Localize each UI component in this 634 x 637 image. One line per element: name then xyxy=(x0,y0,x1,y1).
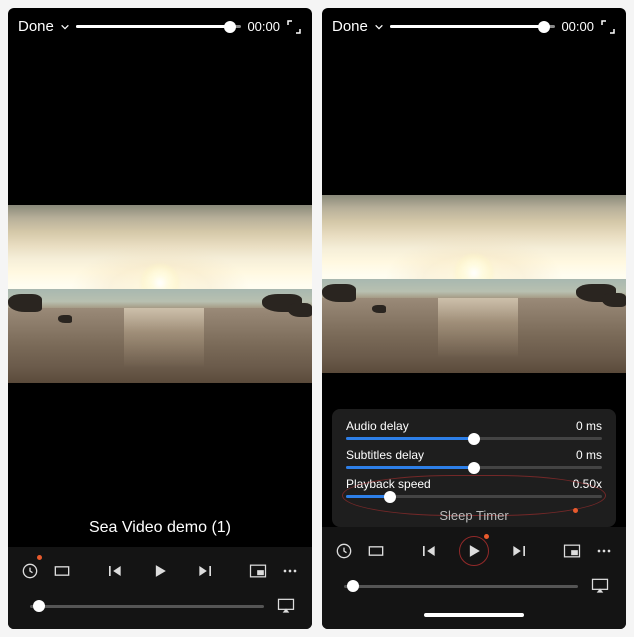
done-button[interactable]: Done xyxy=(332,18,368,35)
audio-delay-value: 0 ms xyxy=(576,419,602,433)
time-label: 00:00 xyxy=(247,19,280,34)
player-screen-right: Done 00:00 Audio delay xyxy=(322,8,626,629)
clock-icon[interactable] xyxy=(16,557,44,585)
subtitles-delay-row: Subtitles delay 0 ms xyxy=(346,448,602,462)
playback-speed-value: 0.50x xyxy=(573,477,602,491)
next-button[interactable] xyxy=(192,557,220,585)
playback-speed-row: Playback speed 0.50x xyxy=(346,477,602,491)
aspect-ratio-icon[interactable] xyxy=(362,537,390,565)
video-viewport[interactable]: Audio delay 0 ms Subtitles delay 0 ms Pl… xyxy=(322,41,626,527)
next-button[interactable] xyxy=(506,537,534,565)
aspect-ratio-icon[interactable] xyxy=(48,557,76,585)
clock-icon[interactable] xyxy=(330,537,358,565)
bottom-controls xyxy=(322,527,626,629)
video-frame xyxy=(8,205,312,383)
audio-delay-slider[interactable] xyxy=(346,437,602,440)
top-bar: Done 00:00 xyxy=(322,8,626,41)
sleep-timer-button[interactable]: Sleep Timer xyxy=(346,506,602,523)
fullscreen-icon[interactable] xyxy=(286,19,302,35)
video-frame xyxy=(322,195,626,373)
top-bar: Done 00:00 xyxy=(8,8,312,41)
done-button[interactable]: Done xyxy=(18,18,54,35)
subtitles-delay-value: 0 ms xyxy=(576,448,602,462)
volume-slider[interactable] xyxy=(344,585,578,588)
volume-slider[interactable] xyxy=(30,605,264,608)
airplay-icon[interactable] xyxy=(274,595,298,617)
indicator-dot xyxy=(573,508,578,513)
video-viewport[interactable]: Sea Video demo (1) xyxy=(8,41,312,547)
highlight-annotation xyxy=(459,536,489,566)
more-icon[interactable] xyxy=(276,557,304,585)
chevron-down-icon[interactable] xyxy=(374,22,384,32)
picture-in-picture-icon[interactable] xyxy=(244,557,272,585)
progress-slider[interactable] xyxy=(76,25,242,28)
audio-delay-label: Audio delay xyxy=(346,419,409,433)
playback-settings-panel: Audio delay 0 ms Subtitles delay 0 ms Pl… xyxy=(332,409,616,527)
home-indicator[interactable] xyxy=(330,605,618,625)
playback-speed-slider[interactable] xyxy=(346,495,602,498)
time-label: 00:00 xyxy=(561,19,594,34)
previous-button[interactable] xyxy=(100,557,128,585)
fullscreen-icon[interactable] xyxy=(600,19,616,35)
more-icon[interactable] xyxy=(590,537,618,565)
audio-delay-row: Audio delay 0 ms xyxy=(346,419,602,433)
chevron-down-icon[interactable] xyxy=(60,22,70,32)
play-button[interactable] xyxy=(146,557,174,585)
player-screen-left: Done 00:00 Sea Video demo (1) xyxy=(8,8,312,629)
subtitles-delay-slider[interactable] xyxy=(346,466,602,469)
playback-speed-label: Playback speed xyxy=(346,477,431,491)
video-title: Sea Video demo (1) xyxy=(8,519,312,547)
airplay-icon[interactable] xyxy=(588,575,612,597)
bottom-controls xyxy=(8,547,312,629)
previous-button[interactable] xyxy=(414,537,442,565)
picture-in-picture-icon[interactable] xyxy=(558,537,586,565)
play-button[interactable] xyxy=(460,537,488,565)
subtitles-delay-label: Subtitles delay xyxy=(346,448,424,462)
progress-slider[interactable] xyxy=(390,25,556,28)
